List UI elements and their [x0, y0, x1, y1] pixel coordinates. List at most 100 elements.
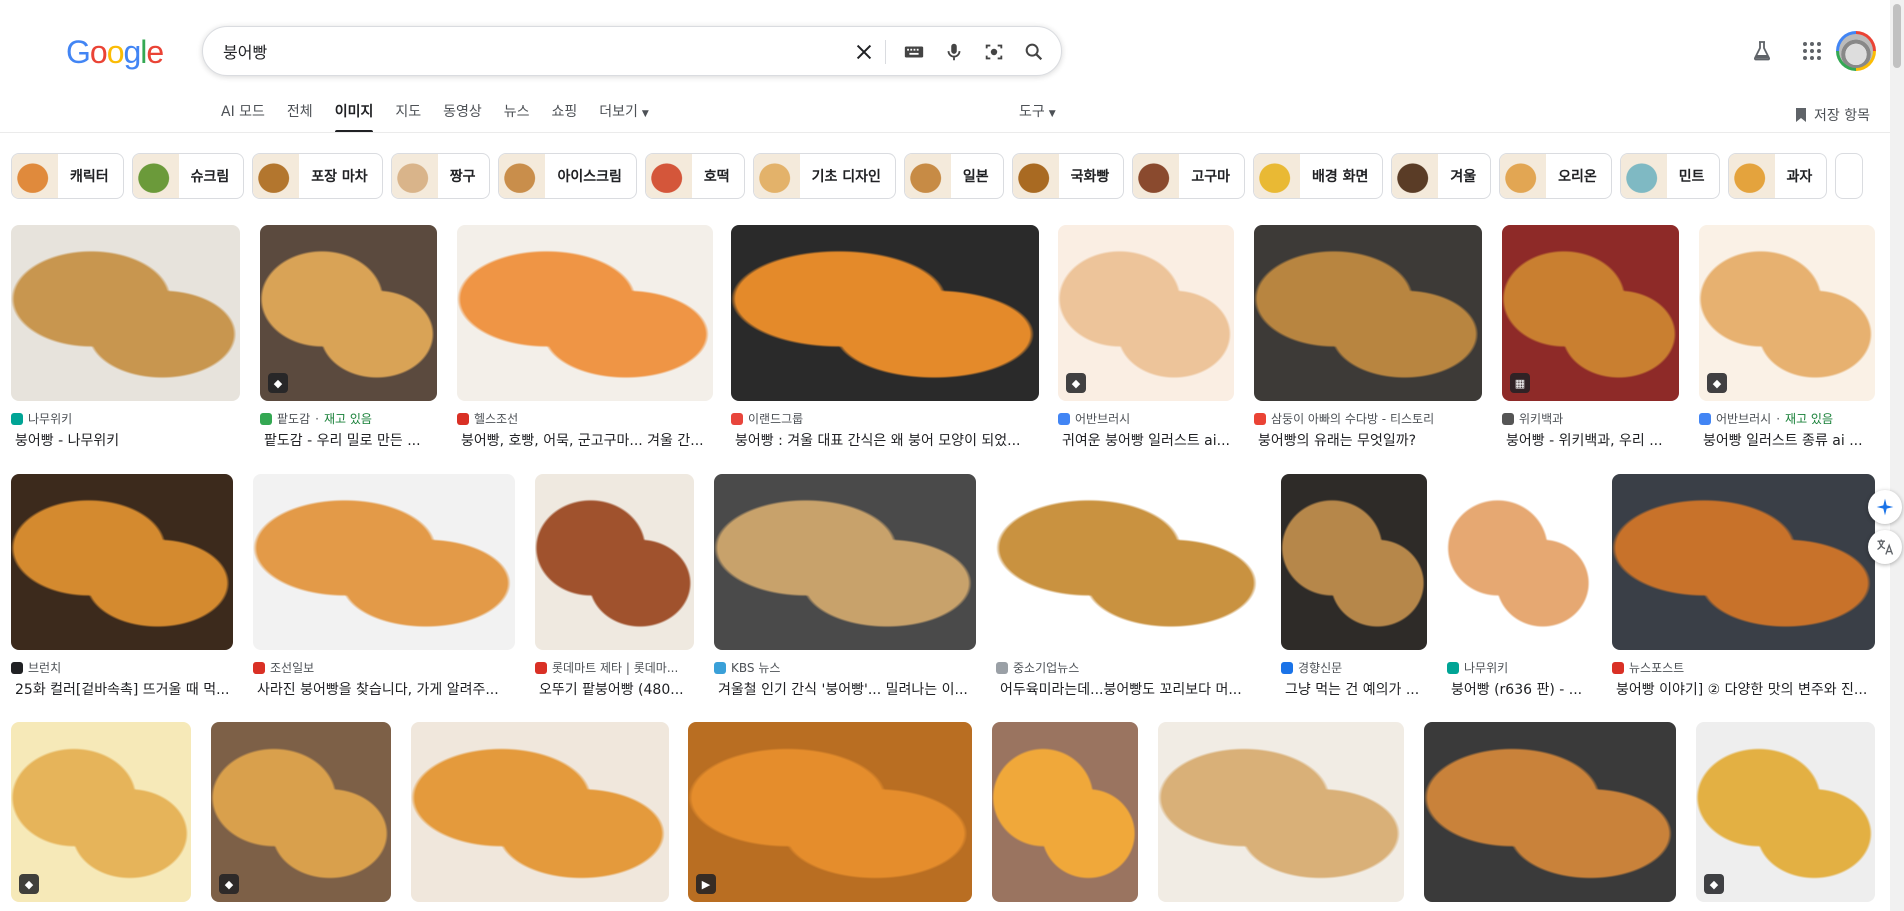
result-thumbnail[interactable]	[457, 225, 713, 401]
chip-item[interactable]: 포장 마차	[252, 153, 383, 199]
tab-maps[interactable]: 지도	[395, 101, 421, 133]
result-source[interactable]: 중소기업뉴스	[996, 659, 1079, 676]
result-thumbnail[interactable]	[688, 722, 972, 902]
result-title[interactable]: 붕어빵, 호빵, 어묵, 군고구마... 겨울 간...	[461, 430, 704, 450]
result-title[interactable]: 붕어빵 (r636 판) - ...	[1451, 679, 1582, 699]
source-name: 팥도감	[277, 412, 311, 426]
tab-news[interactable]: 뉴스	[504, 101, 530, 133]
scrollbar-track[interactable]	[1890, 0, 1904, 911]
result-source[interactable]: 롯데마트 제타 | 롯데마...	[535, 659, 678, 676]
tab-all[interactable]: 전체	[287, 101, 313, 133]
lens-search-button[interactable]	[979, 37, 1009, 67]
chip-item[interactable]: 캐릭터	[11, 153, 124, 199]
result-source[interactable]: 어반브러시	[1058, 410, 1130, 427]
source-name: 위키백과	[1519, 412, 1564, 426]
result-thumbnail[interactable]	[535, 474, 694, 650]
tab-ai-mode[interactable]: AI 모드	[221, 101, 265, 133]
chip-item[interactable]: 일본	[903, 153, 1004, 199]
chip-item[interactable]: 국화빵	[1011, 153, 1125, 199]
chip-item-partial[interactable]	[1835, 153, 1864, 199]
result-source[interactable]: 헬스조선	[457, 410, 518, 427]
translate-icon	[1877, 539, 1894, 555]
result-thumbnail[interactable]	[1447, 474, 1592, 650]
search-input[interactable]	[223, 40, 823, 62]
tools-button[interactable]: 도구 ▼	[1019, 101, 1056, 121]
ai-sparkle-button[interactable]	[1868, 490, 1902, 524]
result-title[interactable]: 붕어빵 일러스트 종류 ai ...	[1703, 430, 1863, 450]
chip-item[interactable]: 호떡	[644, 153, 745, 199]
search-box[interactable]	[202, 26, 1062, 76]
result-source[interactable]: 이랜드그룹	[731, 410, 803, 427]
result-source[interactable]: 나무위키	[11, 410, 72, 427]
source-name: 이랜드그룹	[748, 412, 804, 426]
result-thumbnail[interactable]	[253, 474, 515, 650]
result-title[interactable]: 25화 컬러[겉바속촉] 뜨거울 때 먹...	[15, 679, 229, 699]
saved-items-button[interactable]: 저장 항목	[1794, 105, 1870, 125]
search-button[interactable]	[1019, 37, 1049, 67]
result-source[interactable]: 팥도감 · 재고 있음	[260, 410, 372, 427]
chip-item[interactable]: 배경 화면	[1252, 153, 1384, 199]
result-title[interactable]: 어두육미라는데...붕어빵도 꼬리보다 머...	[1000, 679, 1242, 699]
result-thumbnail[interactable]	[714, 474, 976, 650]
saved-label: 저장 항목	[1814, 108, 1870, 124]
chip-item[interactable]: 짱구	[390, 153, 491, 199]
result-title[interactable]: 겨울철 인기 간식 '붕어빵'... 밀려나는 이...	[718, 679, 968, 699]
result-thumbnail[interactable]	[411, 722, 669, 902]
chip-item[interactable]: 고구마	[1132, 153, 1245, 199]
result-title[interactable]: 붕어빵 이야기] ② 다양한 맛의 변주와 진...	[1616, 679, 1867, 699]
result-thumbnail[interactable]	[1612, 474, 1875, 650]
chip-item[interactable]: 오리온	[1499, 153, 1612, 199]
labs-button[interactable]	[1747, 36, 1777, 66]
tab-images[interactable]: 이미지	[334, 101, 373, 133]
result-source[interactable]: 경향신문	[1281, 659, 1342, 676]
chip-item[interactable]: 아이스크림	[498, 153, 637, 199]
chip-item[interactable]: 민트	[1619, 153, 1720, 199]
keyboard-button[interactable]	[899, 37, 929, 67]
result-source[interactable]: KBS 뉴스	[714, 659, 780, 676]
result-source[interactable]: 뉴스포스트	[1612, 659, 1684, 676]
result-source[interactable]: 어반브러시 · 재고 있음	[1699, 410, 1833, 427]
result-thumbnail[interactable]	[1281, 474, 1427, 650]
result-title[interactable]: 오뚜기 팥붕어빵 (480...	[539, 679, 684, 699]
chip-item[interactable]: 겨울	[1391, 153, 1492, 199]
result-thumbnail[interactable]	[1424, 722, 1676, 902]
result-source[interactable]: 나무위키	[1447, 659, 1508, 676]
result-thumbnail[interactable]	[11, 225, 240, 401]
result-title[interactable]: 팥도감 - 우리 밀로 만든 ...	[264, 430, 421, 450]
scrollbar-thumb[interactable]	[1893, 4, 1901, 68]
result-title[interactable]: 붕어빵 - 위키백과, 우리 ...	[1506, 430, 1663, 450]
chip-item[interactable]: 슈크림	[131, 153, 245, 199]
tab-more[interactable]: 더보기 ▼	[599, 101, 649, 133]
shopping-tag-icon: ◆	[219, 874, 239, 894]
site-favicon	[535, 661, 547, 674]
result-source[interactable]: 삼둥이 아빠의 수다방 - 티스토리	[1254, 410, 1434, 427]
result-thumbnail[interactable]	[992, 722, 1138, 902]
result-source[interactable]: 브런치	[11, 659, 61, 676]
result-title[interactable]: 그냥 먹는 건 예의가 ...	[1285, 679, 1419, 699]
voice-search-button[interactable]	[939, 37, 969, 67]
tab-shopping[interactable]: 쇼핑	[552, 101, 578, 133]
result-title[interactable]: 귀여운 붕어빵 일러스트 ai...	[1062, 430, 1230, 450]
result-thumbnail[interactable]	[1158, 722, 1404, 902]
google-logo[interactable]: Google	[66, 34, 164, 71]
result-source[interactable]: 조선일보	[253, 659, 314, 676]
chip-item[interactable]: 기초 디자인	[752, 153, 896, 199]
result-title[interactable]: 붕어빵 - 나무위키	[15, 430, 119, 450]
result-thumbnail[interactable]	[731, 225, 1039, 401]
result-title[interactable]: 사라진 붕어빵을 찾습니다, 가게 알려주...	[257, 679, 499, 699]
translate-button[interactable]	[1868, 530, 1902, 564]
close-icon	[856, 44, 872, 60]
clear-button[interactable]	[849, 37, 879, 67]
result-thumbnail[interactable]	[11, 474, 233, 650]
source-name: 나무위키	[1464, 661, 1509, 675]
chip-label: 기초 디자인	[811, 169, 881, 185]
result-thumbnail[interactable]	[1254, 225, 1482, 401]
result-title[interactable]: 붕어빵의 유래는 무엇일까?	[1258, 430, 1416, 450]
account-avatar[interactable]	[1836, 31, 1876, 71]
result-title[interactable]: 붕어빵 : 겨울 대표 간식은 왜 붕어 모양이 되었...	[735, 430, 1021, 450]
result-thumbnail[interactable]	[996, 474, 1261, 650]
apps-button[interactable]	[1797, 36, 1827, 66]
result-source[interactable]: 위키백과	[1502, 410, 1563, 427]
chip-item[interactable]: 과자	[1727, 153, 1828, 199]
tab-videos[interactable]: 동영상	[443, 101, 482, 133]
